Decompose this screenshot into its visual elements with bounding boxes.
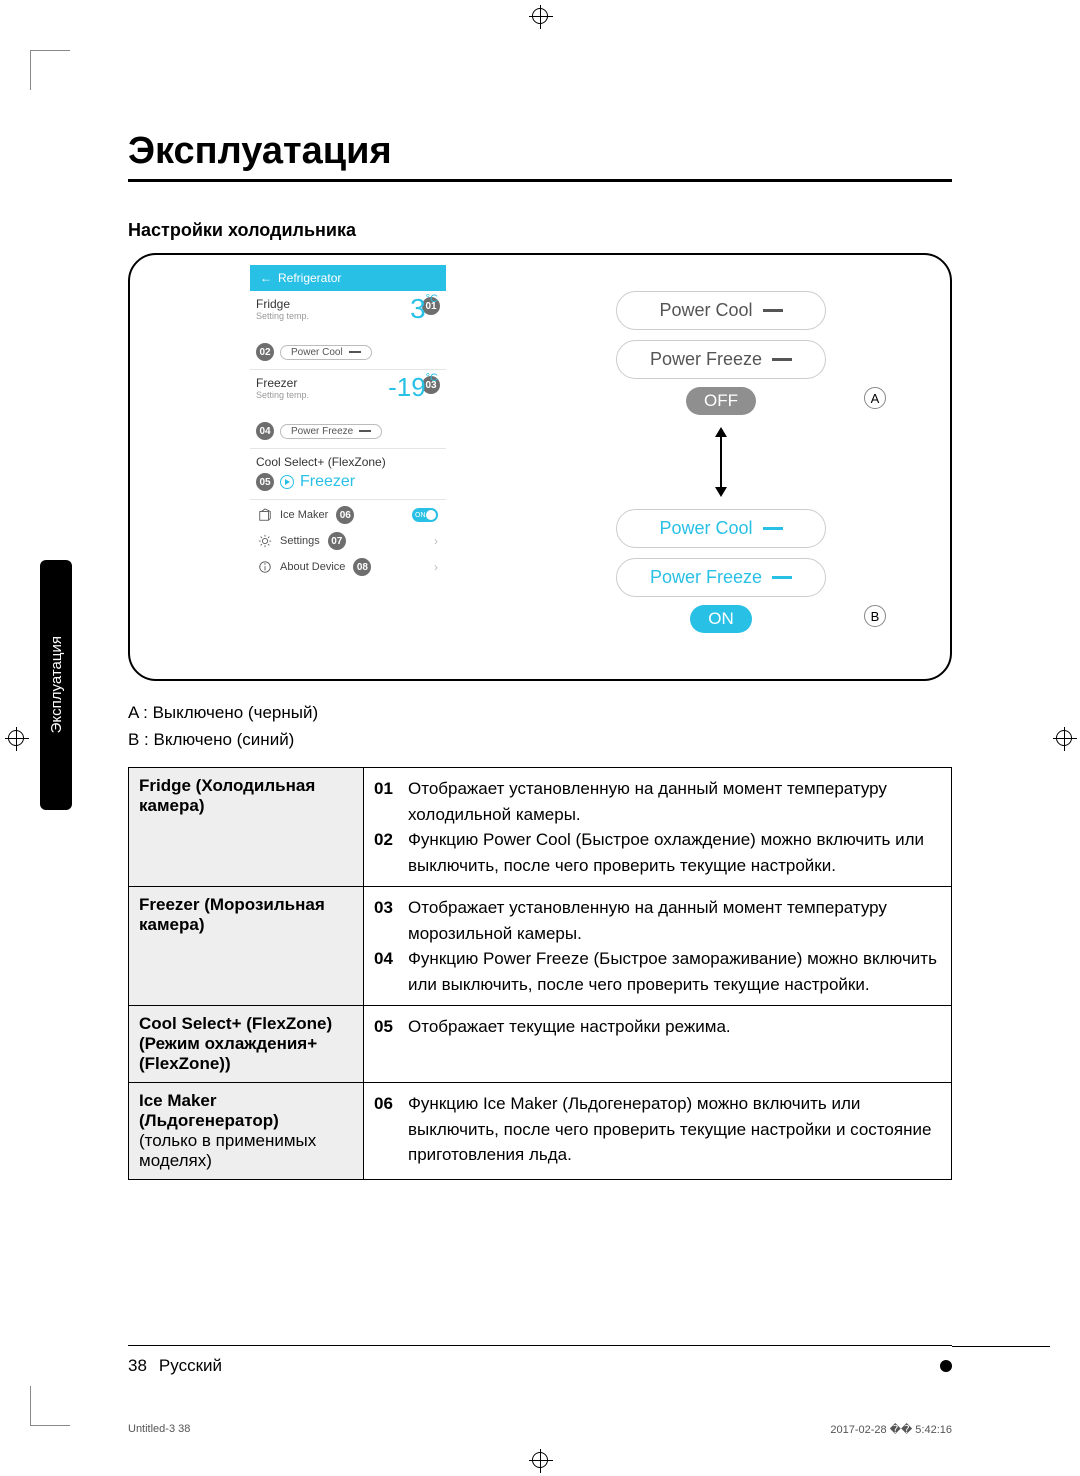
footer-rule-extension: [952, 1346, 1050, 1347]
registration-mark-icon: [8, 730, 24, 746]
menu-section: Ice Maker 06 ON Settings 07 › About Devi…: [250, 500, 446, 582]
num-04: 04: [374, 946, 402, 997]
gear-icon: [258, 534, 272, 548]
coolselect-label: Cool Select+ (FlexZone): [256, 455, 440, 469]
badge-02: 02: [256, 343, 274, 361]
description-table: Fridge (Холодильная камера) 01Отображает…: [128, 767, 952, 1180]
registration-mark-icon: [532, 1452, 548, 1468]
fridge-section: Fridge Setting temp. 01 3°C 02 Power Coo…: [250, 291, 446, 370]
off-badge: OFF: [686, 387, 756, 415]
phone-screenshot: ← Refrigerator Fridge Setting temp. 01 3…: [250, 265, 446, 582]
num-03: 03: [374, 895, 402, 946]
power-cool-pill[interactable]: Power Cool: [280, 345, 372, 360]
crop-mark-icon: [30, 1386, 70, 1426]
badge-06: 06: [336, 506, 354, 524]
table-row: Fridge (Холодильная камера) 01Отображает…: [129, 768, 952, 887]
legend: A : Выключено (черный) B : Включено (син…: [128, 699, 952, 753]
state-diagram: Power Cool Power Freeze OFF A Power Cool…: [526, 265, 916, 633]
power-freeze-pill[interactable]: Power Freeze: [280, 424, 382, 439]
row-freezer-03: Отображает установленную на данный момен…: [408, 895, 941, 946]
page-language: Русский: [159, 1356, 222, 1376]
coolselect-section: Cool Select+ (FlexZone) 05 Freezer: [250, 449, 446, 500]
letter-a-badge: A: [864, 387, 886, 409]
row-coolselect-name: Cool Select+ (FlexZone) (Режим охлаждени…: [129, 1006, 364, 1083]
minus-icon: [349, 351, 361, 353]
info-icon: [258, 560, 272, 574]
num-02: 02: [374, 827, 402, 878]
row-freezer-04: Функцию Power Freeze (Быстрое заморажива…: [408, 946, 941, 997]
coolselect-mode[interactable]: 05 Freezer: [256, 473, 440, 491]
imprint: Untitled-3 38 2017-02-28 �� 5:42:16: [128, 1423, 952, 1436]
minus-icon: [359, 430, 371, 432]
table-row: Ice Maker (Льдогенератор) (только в прим…: [129, 1083, 952, 1180]
badge-04: 04: [256, 422, 274, 440]
power-freeze-off-pill: Power Freeze: [616, 340, 826, 379]
num-06: 06: [374, 1091, 402, 1168]
registration-mark-icon: [532, 8, 548, 24]
row-fridge-02: Функцию Power Cool (Быстрое охлаждение) …: [408, 827, 941, 878]
num-05: 05: [374, 1014, 402, 1040]
side-tab: Эксплуатация: [40, 560, 72, 810]
imprint-right: 2017-02-28 �� 5:42:16: [830, 1423, 952, 1436]
row-fridge-01: Отображает установленную на данный момен…: [408, 776, 941, 827]
ice-toggle[interactable]: ON: [412, 508, 438, 522]
appbar: ← Refrigerator: [250, 265, 446, 291]
settings-row[interactable]: Settings 07 ›: [256, 528, 440, 554]
badge-05: 05: [256, 473, 274, 491]
row-fridge-name: Fridge (Холодильная камера): [129, 768, 364, 887]
ice-maker-row[interactable]: Ice Maker 06 ON: [256, 502, 440, 528]
minus-icon: [763, 309, 783, 312]
power-freeze-on-pill: Power Freeze: [616, 558, 826, 597]
page-footer: 38 Русский: [128, 1345, 952, 1376]
badge-08: 08: [353, 558, 371, 576]
page-number: 38: [128, 1356, 147, 1376]
figure-box: ← Refrigerator Fridge Setting temp. 01 3…: [128, 253, 952, 681]
play-icon: [280, 475, 294, 489]
badge-07: 07: [328, 532, 346, 550]
ice-icon: [258, 508, 272, 522]
legend-b: B : Включено (синий): [128, 726, 952, 753]
imprint-left: Untitled-3 38: [128, 1423, 190, 1436]
page-title: Эксплуатация: [128, 130, 952, 182]
legend-a: A : Выключено (черный): [128, 699, 952, 726]
freezer-section: Freezer Setting temp. 03 -19°C 04 Power …: [250, 370, 446, 449]
freezer-temp: -19°C: [388, 372, 438, 403]
power-cool-off-pill: Power Cool: [616, 291, 826, 330]
fridge-label: Fridge: [256, 297, 309, 311]
minus-icon: [763, 527, 783, 530]
on-badge: ON: [690, 605, 752, 633]
double-arrow-icon: [720, 435, 722, 489]
row-freezer-name: Freezer (Морозильная камера): [129, 887, 364, 1006]
num-01: 01: [374, 776, 402, 827]
section-subtitle: Настройки холодильника: [128, 220, 952, 241]
freezer-subtext: Setting temp.: [256, 390, 309, 400]
table-row: Cool Select+ (FlexZone) (Режим охлаждени…: [129, 1006, 952, 1083]
row-icemaker-name: Ice Maker (Льдогенератор) (только в прим…: [129, 1083, 364, 1180]
registration-mark-icon: [1056, 730, 1072, 746]
appbar-title: Refrigerator: [278, 271, 341, 285]
minus-icon: [772, 576, 792, 579]
chevron-right-icon: ›: [434, 560, 438, 574]
back-icon[interactable]: ←: [260, 271, 272, 285]
footer-dot-icon: [940, 1360, 952, 1372]
table-row: Freezer (Морозильная камера) 03Отображае…: [129, 887, 952, 1006]
fridge-temp: 3°C: [410, 293, 438, 325]
freezer-label: Freezer: [256, 376, 309, 390]
side-tab-label: Эксплуатация: [48, 636, 65, 733]
power-cool-on-pill: Power Cool: [616, 509, 826, 548]
row-icemaker-06: Функцию Ice Maker (Льдогенератор) можно …: [408, 1091, 941, 1168]
minus-icon: [772, 358, 792, 361]
crop-mark-icon: [30, 50, 70, 90]
fridge-subtext: Setting temp.: [256, 311, 309, 321]
about-row[interactable]: About Device 08 ›: [256, 554, 440, 580]
chevron-right-icon: ›: [434, 534, 438, 548]
row-coolselect-05: Отображает текущие настройки режима.: [408, 1014, 731, 1040]
letter-b-badge: B: [864, 605, 886, 627]
